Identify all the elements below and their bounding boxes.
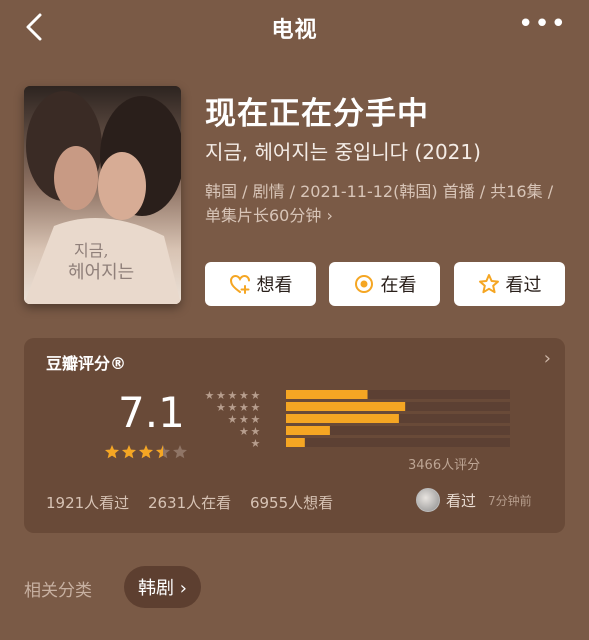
watching-label: 在看 <box>380 275 417 296</box>
star-outline-icon <box>478 274 499 294</box>
star-icon <box>105 445 119 459</box>
watching-count[interactable]: 2631人在看 <box>148 494 231 512</box>
distribution-bar-5-star <box>286 390 368 399</box>
target-icon <box>354 275 373 293</box>
mini-star-icon: ★ <box>216 401 226 414</box>
distribution-track <box>286 438 510 447</box>
star-icon <box>156 445 170 459</box>
want-to-watch-button[interactable]: 想看 <box>205 262 316 306</box>
heart-plus-icon <box>229 274 250 294</box>
rating-count: 3466人评分 <box>408 458 481 473</box>
chevron-right-icon[interactable]: › <box>544 348 551 369</box>
distribution-bar-1-star <box>286 438 305 447</box>
show-meta-link[interactable]: 韩国 / 剧情 / 2021-11-12(韩国) 首播 / 共16集 / 单集片… <box>205 180 555 228</box>
distribution-bar-2-star <box>286 426 330 435</box>
want-to-watch-label: 想看 <box>256 275 293 296</box>
mini-star-icon: ★ <box>239 425 249 438</box>
friend-action: 看过 <box>446 491 477 510</box>
page-title: 电视 <box>271 18 318 43</box>
avatar <box>416 488 440 512</box>
watched-count[interactable]: 1921人看过 <box>46 494 129 512</box>
rating-stars <box>104 444 188 460</box>
watched-button[interactable]: 看过 <box>454 262 565 306</box>
watching-button[interactable]: 在看 <box>329 262 440 306</box>
distribution-bar-4-star <box>286 402 406 411</box>
watched-label: 看过 <box>505 275 542 296</box>
douban-rating-card[interactable]: 豆瓣评分® › 7.1 ★ ★ ★ ★ ★ ★ ★ ★ ★ ★ ★ ★ ★ ★ ★ 3466人评分 1921… <box>24 338 565 533</box>
svg-text:지금,: 지금, <box>74 241 109 260</box>
rating-title: 豆瓣评分® <box>46 354 127 373</box>
rating-distribution: ★ ★ ★ ★ ★★ ★ ★ ★★ ★ ★★ ★★ <box>205 389 510 450</box>
friend-time: 7分钟前 <box>488 493 532 508</box>
svg-text:헤어지는: 헤어지는 <box>68 262 134 283</box>
more-options-button[interactable]: ••• <box>518 11 567 37</box>
category-tag-kdrama[interactable]: 韩剧 › <box>124 566 201 608</box>
star-icon <box>139 445 153 459</box>
distribution-bar-3-star <box>286 414 399 423</box>
rating-score: 7.1 <box>118 388 185 437</box>
star-icon <box>122 445 136 459</box>
mini-star-icon: ★ <box>251 437 261 450</box>
category-label: 相关分类 <box>24 581 92 601</box>
top-bar: 电视 ••• <box>0 0 589 56</box>
original-title: 지금, 헤어지는 중입니다 (2021) <box>205 140 481 164</box>
mini-star-icon: ★ <box>205 389 215 402</box>
watch-stats: 1921人看过 2631人在看 6955人想看 <box>46 492 347 513</box>
show-title: 现在正在分手中 <box>205 96 429 132</box>
poster-art: 지금, 헤어지는 <box>24 86 181 304</box>
friend-activity[interactable]: 看过 7分钟前 <box>416 488 532 512</box>
poster-image[interactable]: 지금, 헤어지는 <box>24 86 181 304</box>
mini-star-icon: ★ <box>228 413 238 426</box>
want-count[interactable]: 6955人想看 <box>250 494 333 512</box>
star-icon <box>173 445 187 459</box>
